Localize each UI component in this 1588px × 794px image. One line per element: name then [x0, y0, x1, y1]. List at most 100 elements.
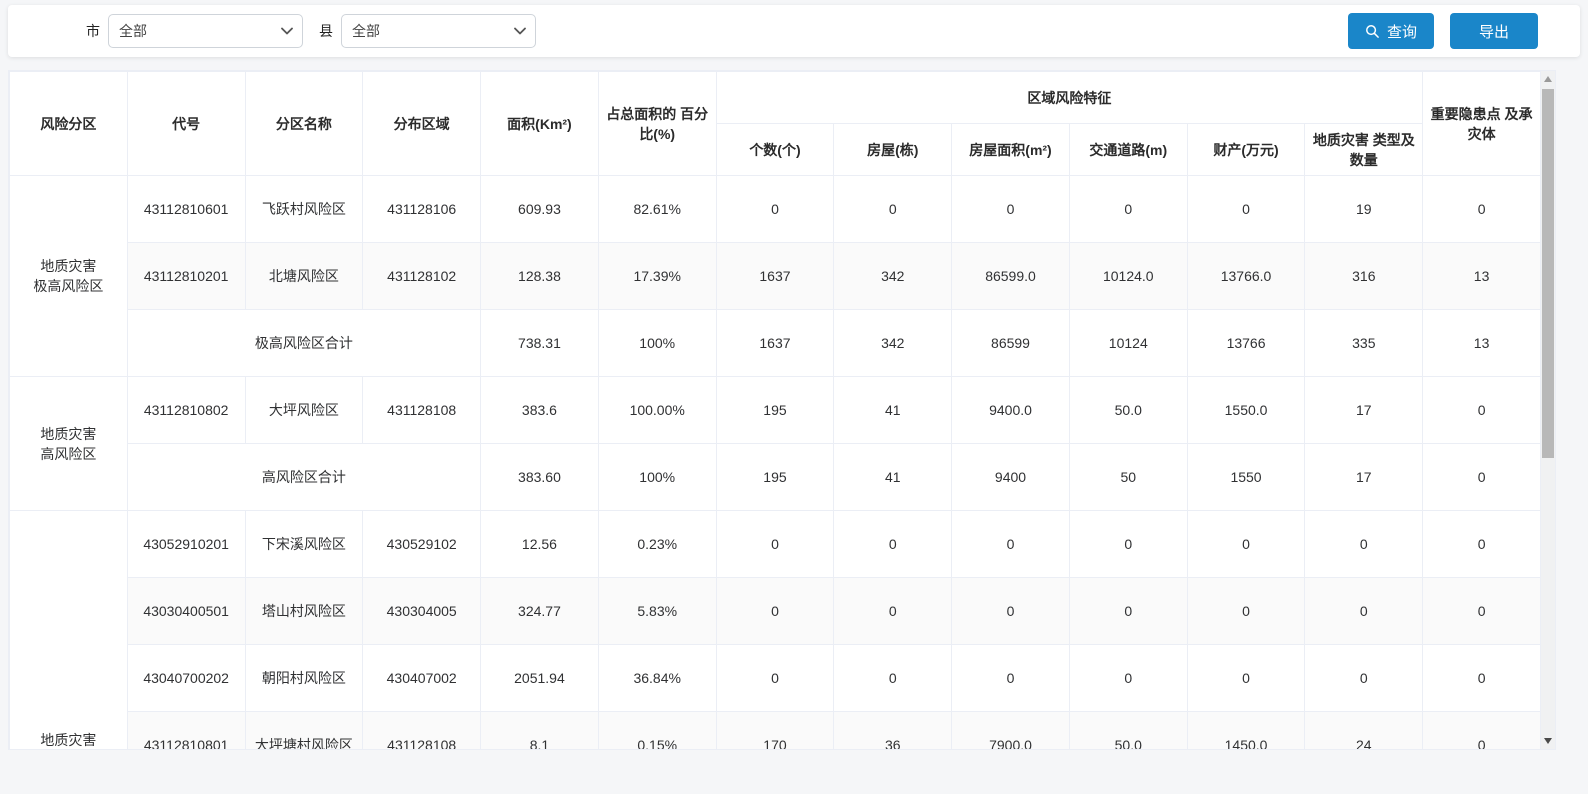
cell-area: 738.31 [481, 310, 599, 377]
cell-subtotal-label: 高风险区合计 [127, 444, 480, 511]
cell-house-area: 0 [952, 511, 1070, 578]
cell-points: 0 [1423, 444, 1541, 511]
risk-zone-group-label: 地质灾害 [10, 511, 128, 750]
cell-area: 383.6 [481, 377, 599, 444]
cell-hazard: 24 [1305, 712, 1423, 750]
export-button-label: 导出 [1479, 21, 1509, 42]
cell-hazard: 0 [1305, 645, 1423, 712]
vertical-scrollbar[interactable] [1541, 71, 1555, 749]
scroll-down-arrow-icon[interactable] [1541, 733, 1555, 749]
table-row: 地质灾害 高风险区43112810802大坪风险区431128108383.61… [10, 377, 1541, 444]
col-count: 个数(个) [716, 124, 834, 176]
table-row: 地质灾害43052910201下宋溪风险区43052910212.560.23%… [10, 511, 1541, 578]
col-group-regional-features: 区域风险特征 [716, 72, 1423, 124]
cell-property: 0 [1187, 511, 1305, 578]
cell-house-area: 0 [952, 645, 1070, 712]
cell-percent: 100% [598, 310, 716, 377]
cell-area: 609.93 [481, 176, 599, 243]
cell-percent: 82.61% [598, 176, 716, 243]
cell-count: 170 [716, 712, 834, 750]
cell-points: 0 [1423, 578, 1541, 645]
cell-count: 1637 [716, 243, 834, 310]
cell-percent: 36.84% [598, 645, 716, 712]
cell-roads: 10124.0 [1069, 243, 1187, 310]
cell-property: 1550 [1187, 444, 1305, 511]
toolbar-buttons: 查询 导出 [1348, 13, 1538, 49]
query-button[interactable]: 查询 [1348, 13, 1434, 49]
cell-roads: 0 [1069, 511, 1187, 578]
cell-percent: 100.00% [598, 377, 716, 444]
cell-houses: 41 [834, 377, 952, 444]
cell-area: 12.56 [481, 511, 599, 578]
risk-zone-table-card: 风险分区 代号 分区名称 分布区域 面积(Km²) 占总面积的 百分比(%) 区… [8, 70, 1556, 750]
cell-zone-name: 大坪风险区 [245, 377, 363, 444]
cell-distribution: 431128106 [363, 176, 481, 243]
cell-code: 43112810801 [127, 712, 245, 750]
cell-houses: 342 [834, 310, 952, 377]
cell-zone-name: 下宋溪风险区 [245, 511, 363, 578]
scrollbar-thumb[interactable] [1542, 89, 1554, 458]
cell-houses: 41 [834, 444, 952, 511]
cell-percent: 0.23% [598, 511, 716, 578]
risk-zone-group-label: 地质灾害 极高风险区 [10, 176, 128, 377]
risk-zone-table: 风险分区 代号 分区名称 分布区域 面积(Km²) 占总面积的 百分比(%) 区… [9, 71, 1541, 749]
county-select[interactable]: 全部 [341, 14, 536, 48]
cell-points: 0 [1423, 712, 1541, 750]
col-important-points: 重要隐患点 及承灾体 [1423, 72, 1541, 176]
cell-count: 195 [716, 377, 834, 444]
cell-roads: 10124 [1069, 310, 1187, 377]
cell-points: 13 [1423, 243, 1541, 310]
city-label: 市 [86, 21, 100, 41]
cell-area: 8.1 [481, 712, 599, 750]
col-houses: 房屋(栋) [834, 124, 952, 176]
cell-property: 0 [1187, 645, 1305, 712]
table-header: 风险分区 代号 分区名称 分布区域 面积(Km²) 占总面积的 百分比(%) 区… [10, 72, 1541, 176]
cell-hazard: 0 [1305, 578, 1423, 645]
cell-distribution: 431128102 [363, 243, 481, 310]
cell-percent: 100% [598, 444, 716, 511]
col-distribution: 分布区域 [363, 72, 481, 176]
cell-hazard: 17 [1305, 377, 1423, 444]
cell-houses: 0 [834, 578, 952, 645]
cell-houses: 342 [834, 243, 952, 310]
county-select-wrap: 全部 [341, 14, 536, 48]
cell-property: 13766.0 [1187, 243, 1305, 310]
col-risk-zone: 风险分区 [10, 72, 128, 176]
cell-hazard: 316 [1305, 243, 1423, 310]
cell-zone-name: 飞跃村风险区 [245, 176, 363, 243]
cell-zone-name: 北塘风险区 [245, 243, 363, 310]
cell-area: 324.77 [481, 578, 599, 645]
table-row: 43112810201北塘风险区431128102128.3817.39%163… [10, 243, 1541, 310]
cell-zone-name: 大坪塘村风险区 [245, 712, 363, 750]
cell-property: 1450.0 [1187, 712, 1305, 750]
cell-hazard: 17 [1305, 444, 1423, 511]
cell-distribution: 431128108 [363, 712, 481, 750]
cell-distribution: 430529102 [363, 511, 481, 578]
col-property: 财产(万元) [1187, 124, 1305, 176]
table-row: 43112810801大坪塘村风险区4311281088.10.15%17036… [10, 712, 1541, 750]
cell-code: 43052910201 [127, 511, 245, 578]
header-row-1: 风险分区 代号 分区名称 分布区域 面积(Km²) 占总面积的 百分比(%) 区… [10, 72, 1541, 124]
cell-area: 383.60 [481, 444, 599, 511]
table-body: 地质灾害 极高风险区43112810601飞跃村风险区431128106609.… [10, 176, 1541, 750]
city-select[interactable]: 全部 [108, 14, 303, 48]
subtotal-row: 高风险区合计383.60100%195419400501550170 [10, 444, 1541, 511]
scroll-up-arrow-icon[interactable] [1541, 71, 1555, 87]
cell-house-area: 0 [952, 578, 1070, 645]
county-label: 县 [319, 21, 333, 41]
cell-points: 0 [1423, 511, 1541, 578]
cell-house-area: 9400 [952, 444, 1070, 511]
cell-house-area: 86599.0 [952, 243, 1070, 310]
table-row: 43030400501塔山村风险区430304005324.775.83%000… [10, 578, 1541, 645]
cell-house-area: 9400.0 [952, 377, 1070, 444]
city-select-wrap: 全部 [108, 14, 303, 48]
col-zone-name: 分区名称 [245, 72, 363, 176]
export-button[interactable]: 导出 [1450, 13, 1538, 49]
risk-zone-group-label: 地质灾害 高风险区 [10, 377, 128, 511]
col-hazard-type: 地质灾害 类型及数量 [1305, 124, 1423, 176]
cell-roads: 0 [1069, 645, 1187, 712]
cell-houses: 36 [834, 712, 952, 750]
cell-points: 13 [1423, 310, 1541, 377]
cell-count: 1637 [716, 310, 834, 377]
cell-zone-name: 朝阳村风险区 [245, 645, 363, 712]
